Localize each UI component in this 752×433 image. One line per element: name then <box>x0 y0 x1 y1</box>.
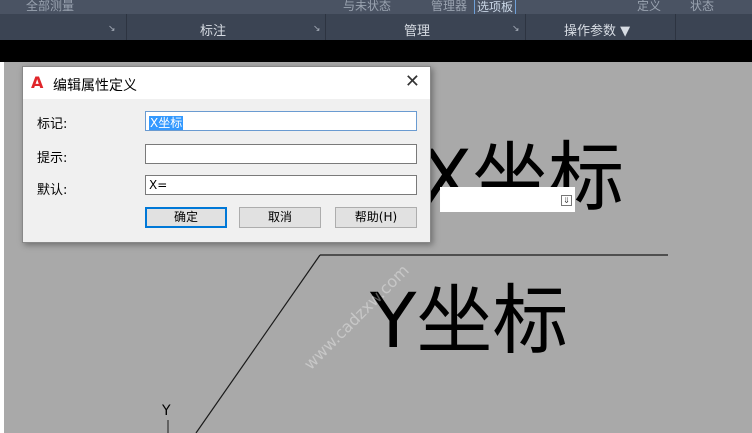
tag-input[interactable]: X坐标 <box>145 111 417 131</box>
prompt-label: 提示: <box>37 151 68 166</box>
edit-attribute-dialog: A 编辑属性定义 ✕ 标记: X坐标 提示: 默认: X= 确定 取消 帮助(H… <box>22 66 431 243</box>
help-button[interactable]: 帮助(H) <box>335 207 417 228</box>
diagonal-line <box>195 254 321 433</box>
prompt-input[interactable] <box>145 144 417 164</box>
tag-label: 标记: <box>37 117 68 132</box>
grip-icon[interactable]: ⇓ <box>561 195 572 206</box>
cancel-button[interactable]: 取消 <box>239 207 321 228</box>
dialog-title-bar[interactable]: A 编辑属性定义 ✕ <box>23 67 430 99</box>
inline-edit-box[interactable]: ⇓ <box>440 187 575 212</box>
close-icon[interactable]: ✕ <box>405 71 420 92</box>
ok-button[interactable]: 确定 <box>145 207 227 228</box>
y-coordinate-text[interactable]: Y坐标 <box>370 283 568 359</box>
autocad-logo-icon: A <box>31 73 44 92</box>
tag-input-selection: X坐标 <box>149 116 184 130</box>
default-label: 默认: <box>37 183 68 198</box>
default-input[interactable]: X= <box>145 175 417 195</box>
y-axis-letter: Y <box>162 403 171 419</box>
dialog-title: 编辑属性定义 <box>53 78 137 94</box>
